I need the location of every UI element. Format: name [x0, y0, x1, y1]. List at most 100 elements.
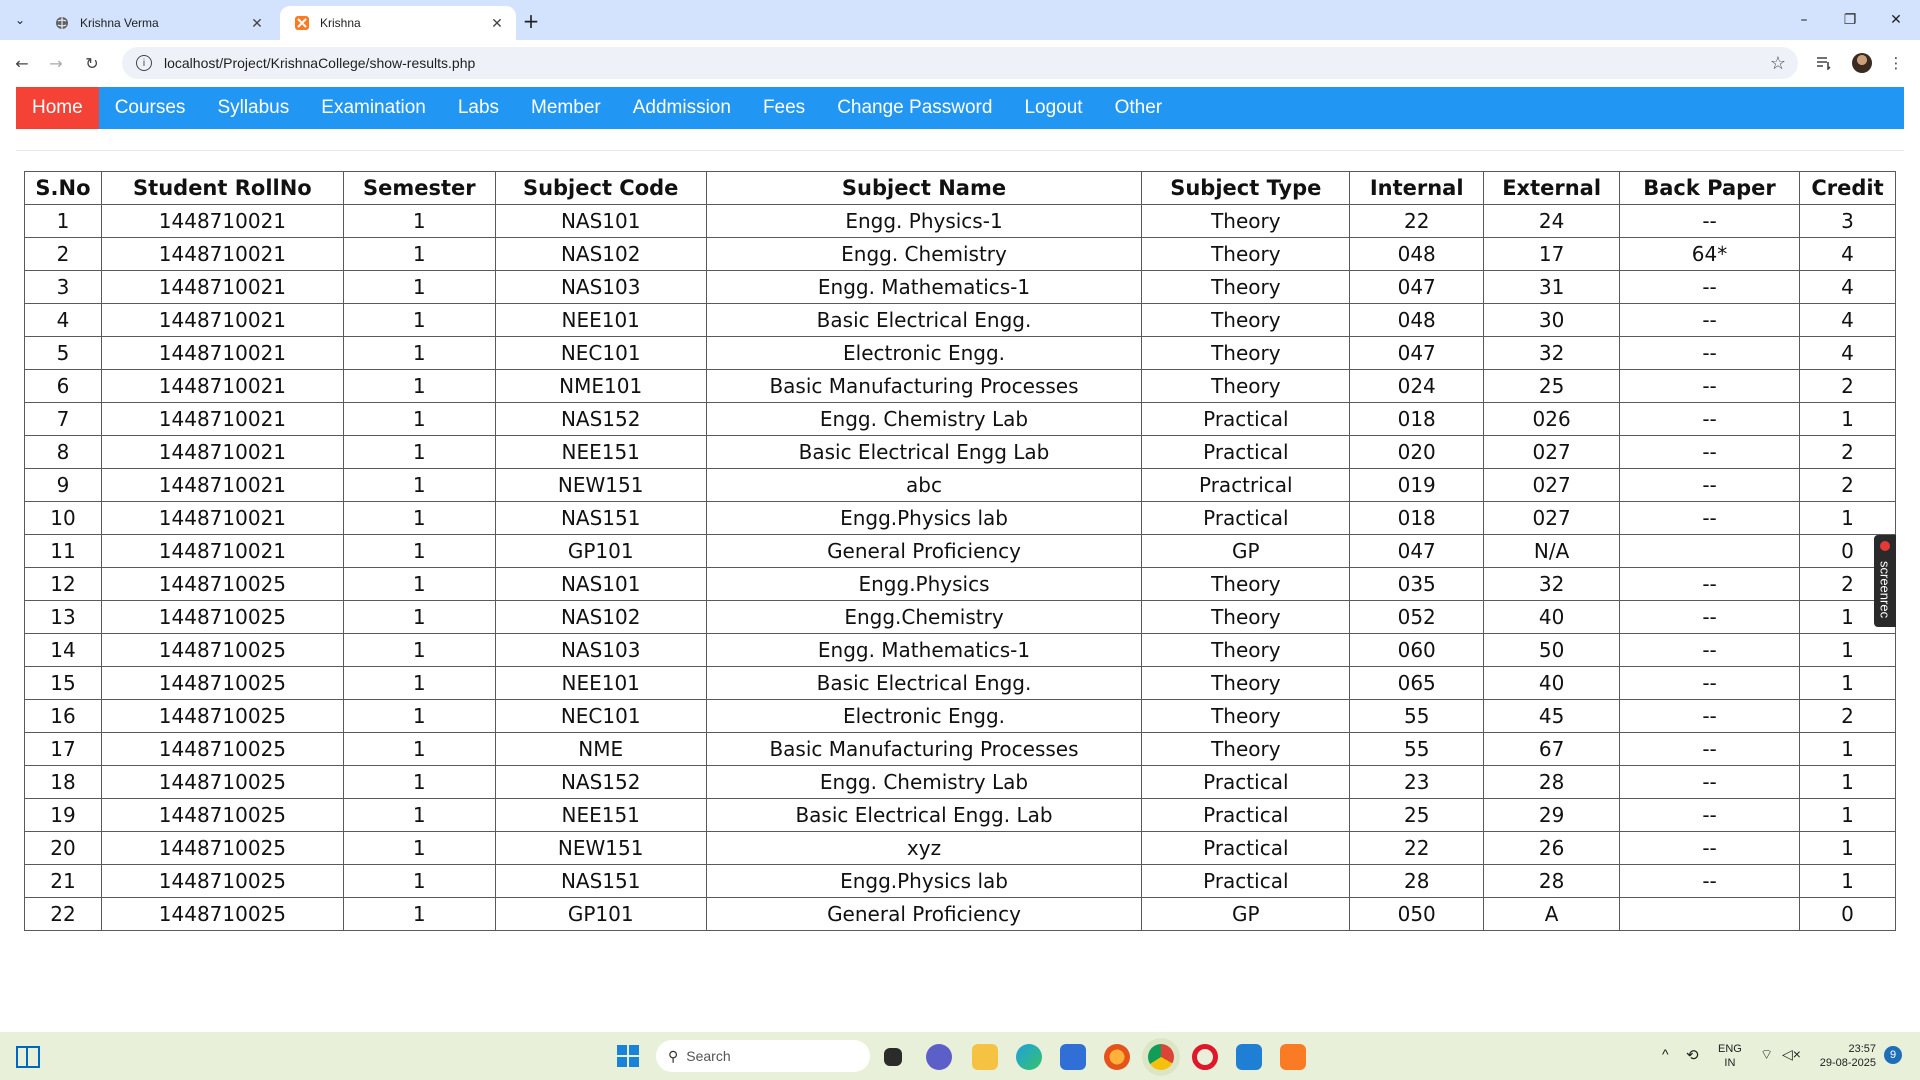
table-cell: Theory	[1141, 567, 1351, 601]
close-tab-icon[interactable]: ✕	[488, 14, 506, 32]
table-row: 1 1448710021 1 NAS101 Engg. Physics-1 Theory 2…	[24, 204, 1897, 238]
table-cell: 9	[24, 468, 102, 502]
browser-tab-active[interactable]: Krishna ✕	[280, 6, 516, 40]
nav-other[interactable]: Other	[1099, 87, 1179, 129]
table-cell: 2	[24, 237, 102, 271]
back-arrow-icon[interactable]: ←	[10, 51, 34, 75]
table-row: 9 1448710021 1 NEW151 abc Practrical 019 027 -- 2	[24, 468, 1897, 502]
nav-logout[interactable]: Logout	[1008, 87, 1098, 129]
browser-toolbar: ← → ↻ i localhost/Project/KrishnaCollege…	[0, 40, 1920, 86]
edge-icon[interactable]	[1016, 1044, 1042, 1070]
chevron-up-icon[interactable]: ^	[1662, 1046, 1669, 1062]
table-cell: Electronic Engg.	[705, 699, 1143, 733]
reload-icon[interactable]: ↻	[80, 51, 104, 75]
table-row: 18 1448710025 1 NAS152 Engg. Chemistry Lab Pr…	[24, 765, 1897, 799]
clock[interactable]: 23:57 29-08-2025	[1812, 1042, 1876, 1070]
xampp-icon[interactable]	[1280, 1044, 1306, 1070]
sync-icon[interactable]: ⟲	[1686, 1046, 1699, 1064]
start-button-icon[interactable]	[617, 1045, 639, 1067]
table-cell: 28	[1483, 864, 1621, 898]
table-cell: Practrical	[1141, 468, 1351, 502]
tab-search-button[interactable]: ⌄	[8, 9, 32, 31]
clock-date: 29-08-2025	[1819, 1057, 1876, 1069]
browser-tab[interactable]: Krishna Verma ✕	[40, 6, 276, 40]
table-cell: Theory	[1141, 666, 1351, 700]
task-view-icon[interactable]	[884, 1048, 902, 1066]
opera-icon[interactable]	[1192, 1044, 1218, 1070]
new-tab-button[interactable]: +	[520, 9, 542, 33]
globe-icon	[54, 15, 70, 31]
table-cell: 047	[1349, 270, 1485, 304]
table-cell: --	[1619, 732, 1800, 766]
table-cell: NEC101	[494, 699, 707, 733]
table-cell: 026	[1483, 402, 1621, 436]
profile-avatar[interactable]	[1852, 53, 1872, 73]
nav-fees[interactable]: Fees	[747, 87, 821, 129]
taskbar-search[interactable]: ⚲ Search	[656, 1040, 870, 1072]
site-info-icon[interactable]: i	[136, 55, 152, 71]
nav-admission[interactable]: Addmission	[617, 87, 747, 129]
nav-labs[interactable]: Labs	[442, 87, 515, 129]
table-cell: General Proficiency	[705, 534, 1143, 568]
store-icon[interactable]	[1060, 1044, 1086, 1070]
table-cell: --	[1619, 336, 1800, 370]
column-header: Subject Type	[1141, 171, 1351, 205]
nav-home[interactable]: Home	[16, 87, 99, 129]
notification-badge[interactable]: 9	[1884, 1046, 1902, 1064]
table-cell: --	[1619, 270, 1800, 304]
table-cell: 4	[24, 303, 102, 337]
table-cell: Engg. Chemistry	[705, 237, 1143, 271]
table-row: 7 1448710021 1 NAS152 Engg. Chemistry Lab Pra…	[24, 402, 1897, 436]
table-cell: GP101	[494, 897, 707, 931]
table-cell: 2	[1798, 699, 1897, 733]
widgets-icon[interactable]	[16, 1046, 40, 1068]
reading-list-icon[interactable]	[1812, 51, 1836, 75]
close-window-button[interactable]: ✕	[1882, 8, 1910, 32]
vscode-icon[interactable]	[1236, 1044, 1262, 1070]
language-indicator[interactable]: ENG IN	[1718, 1042, 1742, 1070]
nav-syllabus[interactable]: Syllabus	[201, 87, 305, 129]
bookmark-star-icon[interactable]: ☆	[1770, 53, 1786, 74]
firefox-icon[interactable]	[1104, 1044, 1130, 1070]
nav-member[interactable]: Member	[515, 87, 617, 129]
maximize-button[interactable]: ❐	[1836, 8, 1864, 32]
close-tab-icon[interactable]: ✕	[248, 14, 266, 32]
table-cell: 1448710021	[100, 270, 344, 304]
browser-tab-strip: ⌄ Krishna Verma ✕ Krishna ✕ + – ❐ ✕	[0, 0, 1920, 40]
table-cell: 7	[24, 402, 102, 436]
more-menu-icon[interactable]: ⋮	[1884, 51, 1908, 75]
volume-muted-icon[interactable]: ◁×	[1782, 1046, 1801, 1063]
table-cell: Theory	[1141, 732, 1351, 766]
table-cell: 1	[1798, 666, 1897, 700]
table-cell: 2	[1798, 435, 1897, 469]
wifi-icon[interactable]: ⌔	[1760, 1046, 1773, 1064]
table-cell: 1	[342, 732, 496, 766]
table-cell: 20	[24, 831, 102, 865]
table-cell: --	[1619, 699, 1800, 733]
screenrec-side-tab[interactable]: screenrec	[1874, 535, 1896, 627]
table-cell: 1448710025	[100, 699, 344, 733]
table-cell: 1448710025	[100, 567, 344, 601]
nav-examination[interactable]: Examination	[305, 87, 442, 129]
forward-arrow-icon[interactable]: →	[44, 51, 68, 75]
teams-icon[interactable]	[926, 1044, 952, 1070]
table-cell: --	[1619, 204, 1800, 238]
table-cell: --	[1619, 831, 1800, 865]
chrome-icon[interactable]	[1148, 1044, 1174, 1070]
table-cell: 4	[1798, 237, 1897, 271]
table-cell: 50	[1483, 633, 1621, 667]
table-cell: NAS102	[494, 237, 707, 271]
column-header: S.No	[24, 171, 102, 205]
minimize-button[interactable]: –	[1790, 8, 1818, 32]
table-cell: --	[1619, 468, 1800, 502]
table-cell: 17	[24, 732, 102, 766]
nav-courses[interactable]: Courses	[99, 87, 202, 129]
table-cell: 4	[1798, 270, 1897, 304]
folder-icon[interactable]	[972, 1044, 998, 1070]
nav-change-password[interactable]: Change Password	[821, 87, 1008, 129]
table-cell: 31	[1483, 270, 1621, 304]
address-bar[interactable]: i localhost/Project/KrishnaCollege/show-…	[122, 47, 1798, 79]
table-cell: 1	[342, 798, 496, 832]
table-cell: Basic Electrical Engg.	[705, 666, 1143, 700]
table-cell: 28	[1349, 864, 1485, 898]
